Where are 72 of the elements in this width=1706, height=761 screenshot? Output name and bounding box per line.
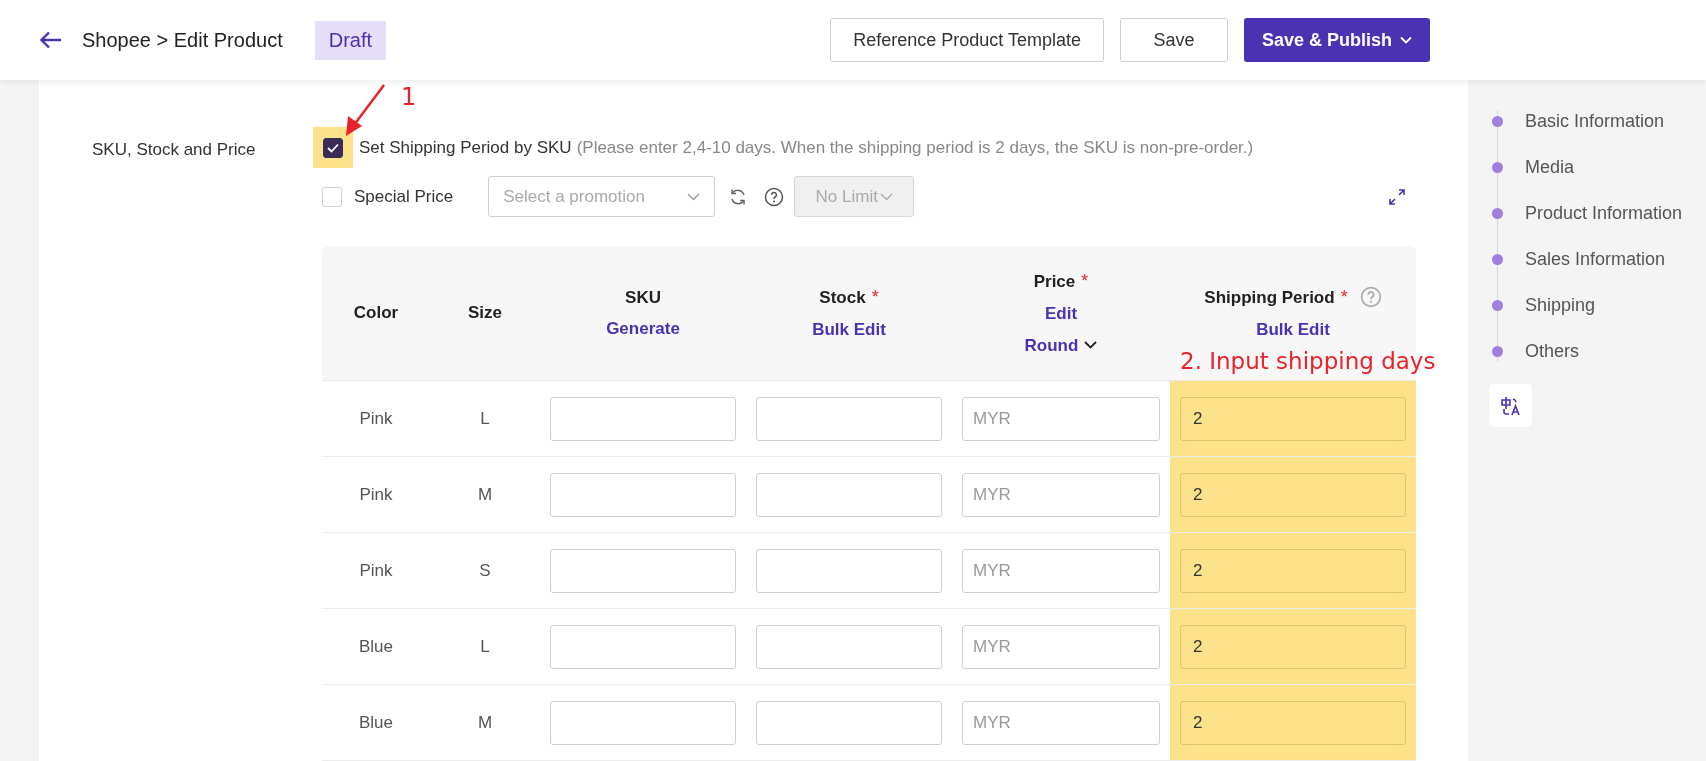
chevron-down-icon xyxy=(687,192,701,201)
shipping-period-field[interactable]: 2 xyxy=(1180,548,1406,593)
nav-item[interactable]: Media xyxy=(1525,153,1575,181)
price-field[interactable]: MYR xyxy=(962,548,1160,593)
table-cell-text: L xyxy=(480,635,490,658)
checkmark-icon xyxy=(327,142,339,153)
outline-button[interactable]: Save xyxy=(1119,18,1228,62)
expand-icon[interactable] xyxy=(1388,187,1406,206)
nav-item[interactable]: Sales Information xyxy=(1525,245,1666,273)
nav-item[interactable]: Others xyxy=(1525,337,1580,365)
help-icon[interactable] xyxy=(764,186,785,207)
table-cell-text: M xyxy=(477,711,493,734)
input-field[interactable] xyxy=(550,472,736,517)
column-action-link[interactable]: Bulk Edit xyxy=(812,316,886,343)
input-field[interactable] xyxy=(550,624,736,669)
input-field[interactable] xyxy=(756,548,942,593)
shipping-period-field[interactable]: 2 xyxy=(1180,624,1406,669)
table-cell-text: Pink xyxy=(359,559,393,582)
input-field[interactable] xyxy=(550,396,736,441)
back-arrow-icon[interactable] xyxy=(40,31,62,49)
price-field[interactable]: MYR xyxy=(962,396,1160,441)
column-header: Stock xyxy=(819,286,866,309)
input-field[interactable] xyxy=(550,700,736,745)
table-cell-text: L xyxy=(480,407,490,430)
table-cell-text: Pink xyxy=(359,407,393,430)
table-cell-text: Blue xyxy=(359,635,393,658)
shipping-period-field[interactable]: 2 xyxy=(1180,700,1406,745)
chevron-down-icon xyxy=(1084,341,1098,350)
price-field[interactable]: MYR xyxy=(962,700,1160,745)
column-header: SKU xyxy=(625,286,661,309)
column-action-link[interactable]: Bulk Edit xyxy=(1256,316,1330,343)
required-mark: * xyxy=(1081,270,1089,293)
input-field[interactable] xyxy=(756,624,942,669)
input-field[interactable] xyxy=(756,396,942,441)
translate-button[interactable] xyxy=(1489,384,1532,427)
annotation-note: 2. Input shipping days xyxy=(1180,346,1436,376)
input-field[interactable] xyxy=(756,472,942,517)
table-cell-text: S xyxy=(479,559,491,582)
price-field[interactable]: MYR xyxy=(962,624,1160,669)
checkbox[interactable] xyxy=(323,137,343,158)
annotation-label: 1 xyxy=(401,82,417,113)
input-field[interactable] xyxy=(756,700,942,745)
price-field[interactable]: MYR xyxy=(962,472,1160,517)
table-cell-text: Blue xyxy=(359,711,393,734)
section-label: SKU, Stock and Price xyxy=(92,140,256,159)
translate-icon xyxy=(1499,394,1522,417)
save-publish-button[interactable]: Save & Publish xyxy=(1243,18,1430,62)
table-cell-text: Pink xyxy=(359,483,393,506)
nav-item[interactable]: Basic Information xyxy=(1525,107,1665,135)
shipping-period-field[interactable]: 2 xyxy=(1180,472,1406,517)
column-header: Color xyxy=(353,302,399,325)
column-header: Price xyxy=(1033,270,1076,293)
column-header: Size xyxy=(468,302,502,325)
round-dropdown[interactable]: Round xyxy=(1024,332,1098,358)
nav-item[interactable]: Shipping xyxy=(1525,291,1596,319)
column-header: Shipping Period xyxy=(1204,286,1335,309)
column-action-link[interactable]: Edit xyxy=(1044,301,1078,327)
input-field[interactable] xyxy=(550,548,736,593)
page-title: Shopee > Edit Product xyxy=(82,28,283,53)
outline-button[interactable]: Reference Product Template xyxy=(830,18,1104,62)
nav-item[interactable]: Product Information xyxy=(1525,199,1683,227)
shipping-hint: (Please enter 2,4-10 days. When the shipping period is 2 days, the SKU is non-pre-order.) xyxy=(576,136,1254,159)
required-mark: * xyxy=(1340,285,1348,309)
chevron-down-icon xyxy=(879,192,893,201)
chevron-down-icon xyxy=(1400,36,1412,44)
required-mark: * xyxy=(871,285,879,309)
status-badge: Draft xyxy=(314,20,387,60)
column-action-link[interactable]: Generate xyxy=(606,316,680,342)
shipping-by-sku-label: Set Shipping Period by SKU xyxy=(359,136,572,159)
special-price-label: Special Price xyxy=(354,185,454,208)
shipping-period-field[interactable]: 2 xyxy=(1180,396,1406,441)
table-cell-text: M xyxy=(477,483,493,506)
